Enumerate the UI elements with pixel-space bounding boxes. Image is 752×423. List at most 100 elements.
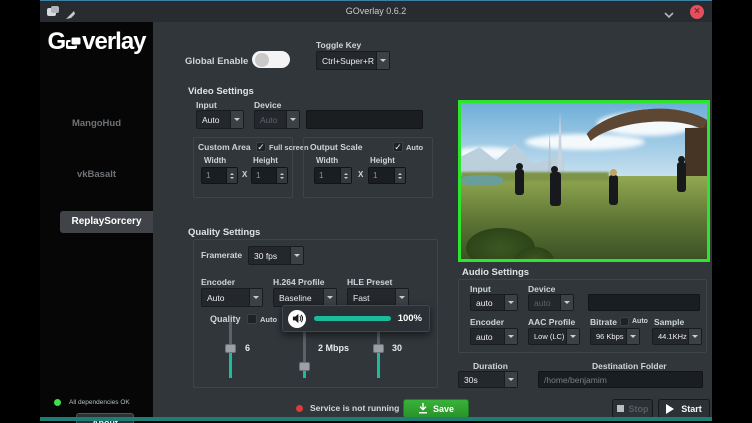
- scale-height-label: Height: [370, 156, 395, 165]
- custom-height-spinbox[interactable]: 1: [251, 167, 288, 184]
- bitrate-label: Bitrate: [590, 317, 617, 327]
- audio-encoder-dropdown[interactable]: auto: [470, 328, 518, 345]
- dependency-status: All dependencies OK: [54, 399, 130, 406]
- quality-label: Quality: [210, 314, 241, 324]
- toggle-knob: [255, 53, 269, 67]
- speaker-icon[interactable]: [288, 310, 306, 328]
- video-device-label: Device: [254, 100, 281, 110]
- spin-arrows-icon[interactable]: [340, 168, 351, 183]
- quality-auto-label: Auto: [260, 315, 277, 324]
- video-input-dropdown[interactable]: Auto: [196, 110, 244, 129]
- stop-icon: [617, 405, 624, 412]
- bitrate-dropdown[interactable]: 96 Kbps: [590, 328, 640, 345]
- sidebar: Gverlay MangoHud vkBasalt ReplaySorcery …: [40, 22, 153, 421]
- output-scale-auto-label: Auto: [406, 143, 423, 152]
- output-scale-title: Output Scale: [310, 142, 362, 152]
- spin-arrows-icon[interactable]: [276, 168, 287, 183]
- start-button[interactable]: Start: [658, 399, 710, 418]
- encoder-dropdown[interactable]: Auto: [201, 288, 263, 307]
- green-status-dot: [54, 399, 61, 406]
- video-device-dropdown[interactable]: Auto: [254, 110, 300, 129]
- aac-profile-dropdown[interactable]: Low (LC): [528, 328, 580, 345]
- video-input-label: Input: [196, 100, 217, 110]
- spin-arrows-icon[interactable]: [226, 168, 237, 183]
- custom-height-label: Height: [253, 156, 278, 165]
- global-enable-label: Global Enable: [185, 56, 248, 67]
- video-device-field[interactable]: [306, 110, 423, 129]
- toggle-key-label: Toggle Key: [316, 40, 361, 50]
- audio-device-label: Device: [528, 284, 555, 294]
- layers-icon: [65, 36, 82, 51]
- fullscreen-checkbox[interactable]: ✓: [256, 142, 266, 152]
- game-preview: [458, 100, 710, 262]
- sample-dropdown[interactable]: 44.1KHz: [652, 328, 702, 345]
- bitrate-auto-checkbox[interactable]: [620, 317, 629, 326]
- screen: GOverlay 0.6.2 × Gverlay MangoHud vkBasa…: [0, 0, 752, 423]
- preview-character: [515, 169, 524, 195]
- audio-device-field[interactable]: [588, 294, 700, 311]
- toggle-key-dropdown[interactable]: Ctrl+Super+R: [316, 51, 390, 70]
- play-icon: [666, 404, 679, 414]
- framerate-label: Framerate: [201, 250, 242, 260]
- audio-input-label: Input: [470, 284, 491, 294]
- titlebar: GOverlay 0.6.2 ×: [40, 0, 712, 22]
- custom-area-title: Custom Area: [198, 142, 251, 152]
- custom-width-spinbox[interactable]: 1: [201, 167, 238, 184]
- dropdown-arrow-icon: [504, 295, 517, 310]
- h264-profile-label: H.264 Profile: [273, 277, 325, 287]
- scale-width-label: Width: [316, 156, 338, 165]
- slider-handle[interactable]: [299, 362, 310, 371]
- save-button[interactable]: Save: [403, 399, 469, 418]
- close-button[interactable]: ×: [690, 5, 704, 19]
- quality-slider[interactable]: [229, 322, 232, 378]
- sidebar-item-vkbasalt[interactable]: vkBasalt: [40, 169, 153, 180]
- volume-value: 100%: [398, 313, 422, 324]
- sample-label: Sample: [654, 317, 684, 327]
- save-download-icon: [418, 403, 428, 414]
- output-scale-auto-checkbox[interactable]: ✓: [393, 142, 403, 152]
- dropdown-arrow-icon: [290, 247, 303, 264]
- dropdown-arrow-icon: [504, 329, 517, 344]
- slider-handle[interactable]: [225, 344, 236, 353]
- aac-profile-label: AAC Profile: [528, 317, 575, 327]
- hle-preset-label: HLE Preset: [347, 277, 392, 287]
- audio-settings-title: Audio Settings: [462, 267, 529, 278]
- framerate-dropdown[interactable]: 30 fps: [248, 246, 304, 265]
- max-framerate-slider-value: 30: [392, 343, 402, 353]
- dropdown-arrow-icon: [376, 52, 389, 69]
- custom-area-separator: X: [242, 170, 247, 179]
- volume-slider[interactable]: [314, 316, 391, 321]
- dropdown-arrow-icon: [286, 111, 299, 128]
- sidebar-item-replaysorcery[interactable]: ReplaySorcery: [60, 211, 153, 233]
- scale-height-spinbox[interactable]: 1: [368, 167, 406, 184]
- custom-width-label: Width: [204, 156, 226, 165]
- duration-label: Duration: [473, 361, 508, 371]
- chevron-down-icon[interactable]: [664, 7, 674, 17]
- sidebar-item-mangohud[interactable]: MangoHud: [40, 118, 153, 129]
- duration-dropdown[interactable]: 30s: [458, 371, 518, 388]
- dropdown-arrow-icon: [323, 289, 336, 306]
- window-bottom-edge: [40, 417, 712, 421]
- destination-folder-label: Destination Folder: [592, 361, 667, 371]
- quality-auto-checkbox[interactable]: [247, 314, 257, 324]
- app-logo: Gverlay: [40, 28, 153, 56]
- spin-arrows-icon[interactable]: [394, 168, 405, 183]
- app-window: GOverlay 0.6.2 × Gverlay MangoHud vkBasa…: [40, 0, 712, 421]
- global-enable-toggle[interactable]: [252, 51, 290, 68]
- preview-character: [609, 175, 618, 205]
- dropdown-arrow-icon: [504, 372, 517, 387]
- service-status-text: Service is not running: [310, 403, 399, 413]
- dropdown-arrow-icon: [560, 295, 573, 310]
- scale-width-spinbox[interactable]: 1: [314, 167, 352, 184]
- audio-input-dropdown[interactable]: auto: [470, 294, 518, 311]
- destination-folder-field[interactable]: /home/benjamim: [538, 371, 703, 388]
- quality-slider-value: 6: [245, 343, 250, 353]
- slider-handle[interactable]: [373, 344, 384, 353]
- stop-button[interactable]: Stop: [612, 399, 653, 418]
- volume-popup: 100%: [282, 305, 430, 332]
- dropdown-arrow-icon: [395, 289, 408, 306]
- dropdown-arrow-icon: [230, 111, 243, 128]
- video-settings-title: Video Settings: [188, 86, 254, 97]
- dropdown-arrow-icon: [566, 329, 579, 344]
- audio-device-dropdown[interactable]: auto: [528, 294, 574, 311]
